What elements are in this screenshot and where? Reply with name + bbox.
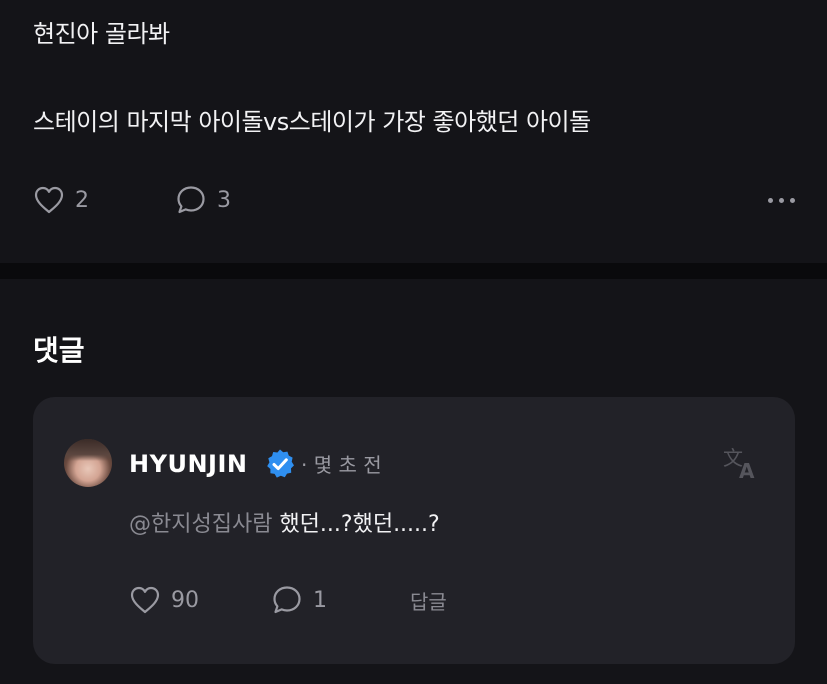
- heart-icon: [130, 586, 160, 614]
- comment-mention[interactable]: @한지성집사람: [129, 512, 272, 537]
- more-dot: [779, 197, 784, 203]
- post-text-line-1: 현진아 골라봐: [33, 20, 170, 48]
- comment-body: @한지성집사람 했던...?했던.....?: [129, 510, 440, 540]
- post-text-line-2: 스테이의 마지막 아이돌vs스테이가 가장 좋아했던 아이돌: [33, 108, 591, 136]
- reply-button[interactable]: 답글: [410, 582, 447, 618]
- heart-icon: [34, 186, 64, 214]
- comment-actions: 90 1 답글: [129, 582, 729, 618]
- comment-icon: [177, 186, 205, 214]
- comment-timestamp: · 몇 초 전: [301, 453, 382, 477]
- post: 현진아 골라봐 스테이의 마지막 아이돌vs스테이가 가장 좋아했던 아이돌 2…: [0, 0, 827, 263]
- comment-text: 했던...?했던.....?: [272, 512, 440, 537]
- post-like-button[interactable]: 2: [33, 182, 89, 218]
- comment-username[interactable]: HYUNJIN: [129, 449, 247, 479]
- more-dot: [790, 197, 795, 203]
- comments-section: 댓글 HYUNJIN · 몇 초 전 文 A @한지성집사람 했던...?했던.…: [0, 279, 827, 684]
- avatar-hair: [64, 439, 112, 461]
- comment-like-count: 90: [171, 587, 199, 613]
- comment-icon: [273, 586, 301, 614]
- post-actions: 2 3: [33, 182, 795, 218]
- post-like-count: 2: [75, 187, 89, 213]
- post-comment-count: 3: [217, 187, 231, 213]
- comment-reply-count: 1: [313, 587, 327, 613]
- comment-reply-count-button[interactable]: 1: [271, 582, 327, 618]
- comment-card: HYUNJIN · 몇 초 전 文 A @한지성집사람 했던...?했던....…: [33, 397, 795, 664]
- more-dot: [768, 197, 773, 203]
- svg-text:A: A: [739, 459, 755, 481]
- verified-badge-icon: [267, 449, 294, 478]
- comment-like-button[interactable]: 90: [129, 582, 199, 618]
- post-comment-button[interactable]: 3: [175, 182, 231, 218]
- comments-title: 댓글: [33, 334, 85, 367]
- more-icon[interactable]: [768, 182, 795, 218]
- avatar[interactable]: [64, 439, 112, 487]
- translate-icon[interactable]: 文 A: [721, 445, 761, 481]
